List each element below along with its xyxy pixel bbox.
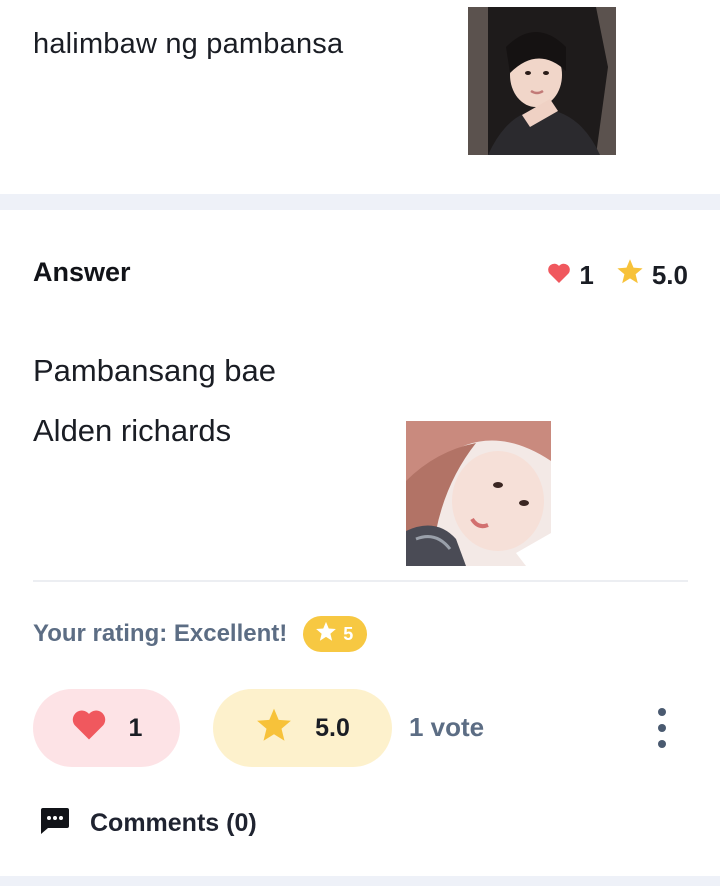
star-icon (255, 707, 293, 750)
answer-divider (33, 580, 688, 582)
rating-value: 5.0 (315, 713, 350, 742)
answer-photo[interactable] (406, 421, 551, 566)
answer-stats: 1 5.0 (547, 258, 688, 292)
rating-stat: 5.0 (616, 258, 688, 292)
like-button[interactable]: 1 (33, 689, 180, 767)
more-dot (658, 740, 666, 748)
question-text: halimbaw ng pambansa (33, 28, 344, 60)
your-rating-stars: 5 (343, 623, 354, 644)
star-icon (315, 621, 337, 647)
comment-icon (38, 806, 70, 841)
comments-label: Comments (0) (90, 809, 257, 837)
like-count: 1 (128, 713, 143, 742)
answer-text-line: Pambansang bae (33, 353, 277, 388)
star-icon (616, 258, 644, 292)
your-rating-badge[interactable]: 5 (303, 616, 368, 652)
heart-icon (71, 708, 107, 748)
rate-button[interactable]: 5.0 (213, 689, 392, 767)
answer-text-line: Alden richards (33, 413, 232, 448)
question-photo[interactable] (468, 7, 616, 155)
more-dot (658, 724, 666, 732)
likes-count: 1 (579, 259, 594, 290)
answer-heading: Answer (33, 257, 131, 287)
comments-button[interactable]: Comments (0) (38, 806, 257, 841)
votes-count: 1 vote (409, 712, 485, 742)
rating-value: 5.0 (651, 259, 688, 290)
section-divider (0, 194, 720, 210)
likes-stat: 1 (547, 259, 594, 291)
more-options-button[interactable] (650, 708, 674, 748)
heart-icon (547, 260, 571, 291)
your-rating-label: Your rating: Excellent! (33, 620, 288, 647)
bottom-divider (0, 876, 720, 886)
your-rating-row: Your rating: Excellent! 5 (33, 616, 368, 652)
more-dot (658, 708, 666, 716)
